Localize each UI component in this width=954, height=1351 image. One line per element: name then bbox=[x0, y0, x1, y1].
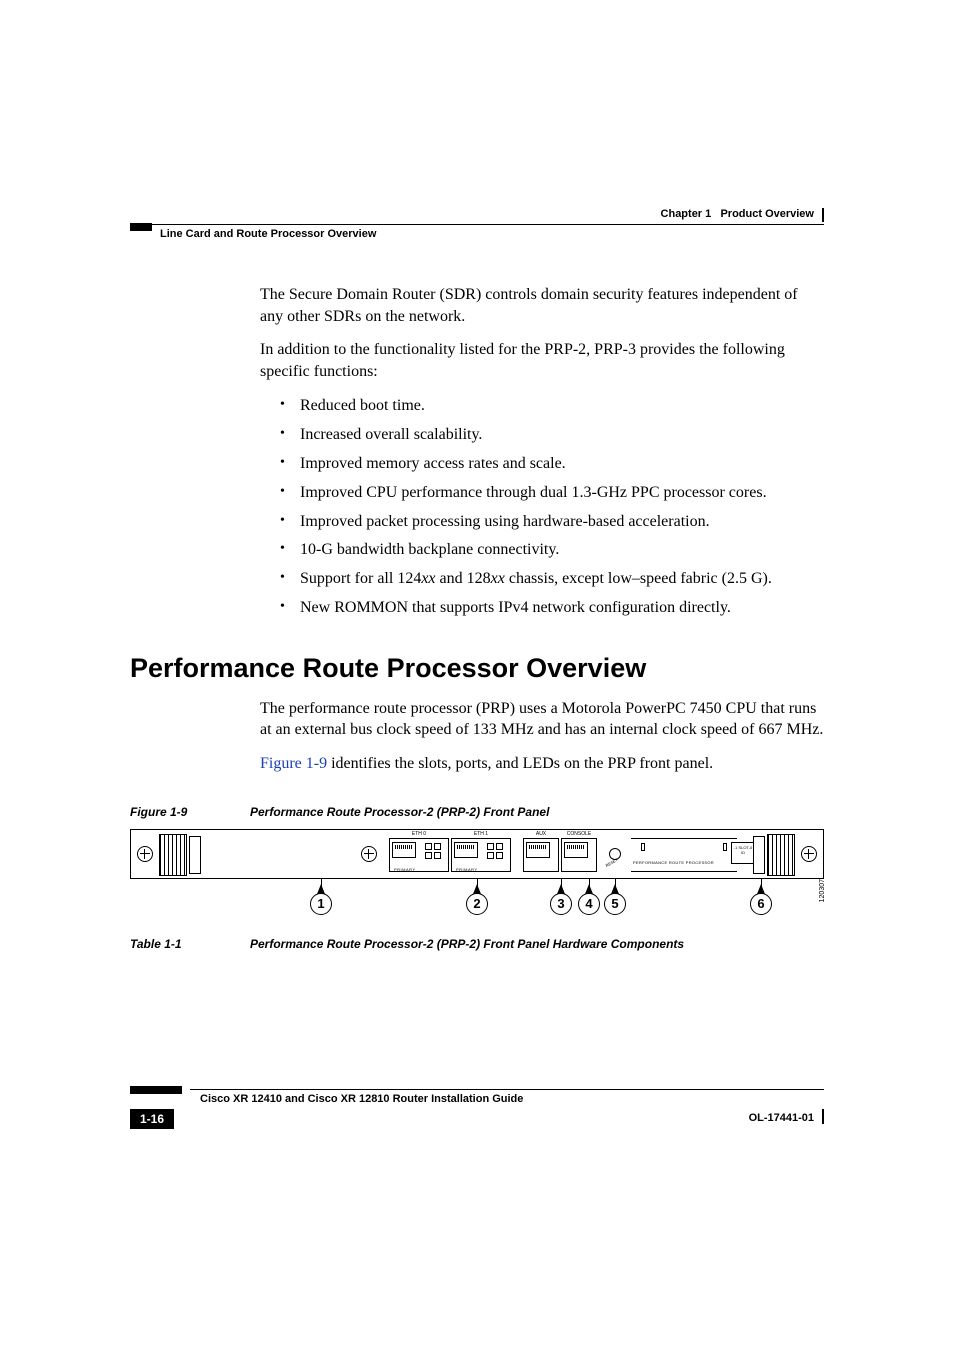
table-title: Performance Route Processor-2 (PRP-2) Fr… bbox=[250, 937, 684, 951]
text-run: identifies the slots, ports, and LEDs on… bbox=[327, 755, 713, 772]
xref-figure-1-9[interactable]: Figure 1-9 bbox=[260, 755, 327, 772]
list-item: New ROMMON that supports IPv4 network co… bbox=[280, 596, 824, 621]
led-block bbox=[486, 842, 504, 860]
header-chapter-line: Chapter 1 Product Overview bbox=[130, 208, 824, 222]
port-label: ETH 1 bbox=[452, 831, 510, 837]
figure-caption: Figure 1-9Performance Route Processor-2 … bbox=[130, 805, 824, 819]
text-italic: xx bbox=[491, 570, 505, 587]
screw-icon bbox=[361, 846, 377, 862]
led-block bbox=[424, 842, 442, 860]
drawing-number: 120307 bbox=[819, 879, 826, 902]
body-content: The Secure Domain Router (SDR) controls … bbox=[130, 284, 824, 961]
page-number: 1-16 bbox=[130, 1109, 174, 1129]
list-item: Reduced boot time. bbox=[280, 394, 824, 419]
footer-rule bbox=[190, 1089, 824, 1090]
heading-prp-overview: Performance Route Processor Overview bbox=[130, 653, 824, 684]
table-number: Table 1-1 bbox=[130, 937, 250, 951]
text-run: Support for all 124 bbox=[300, 570, 421, 587]
primary-label: PRIMARY bbox=[456, 867, 478, 872]
callout-3: 3 bbox=[550, 893, 572, 915]
rj45-port-icon bbox=[454, 842, 478, 858]
callout-row: 1 2 3 4 5 6 bbox=[130, 877, 824, 919]
faceplate: ETH 0 PRIMARY ETH 1 PRIMA bbox=[130, 829, 824, 879]
rj45-port-icon bbox=[392, 842, 416, 858]
prp-text-label: PERFORMANCE ROUTE PROCESSOR bbox=[633, 860, 714, 865]
figure-prp2-front-panel: ETH 0 PRIMARY ETH 1 PRIMA bbox=[130, 829, 824, 919]
port-group-eth1: ETH 1 PRIMARY bbox=[451, 838, 511, 872]
handle-slot bbox=[753, 836, 765, 874]
port-group-aux: AUX bbox=[523, 838, 559, 872]
screw-icon bbox=[801, 846, 817, 862]
list-item: 10-G bandwidth backplane connectivity. bbox=[280, 538, 824, 563]
list-item: Improved CPU performance through dual 1.… bbox=[280, 481, 824, 506]
chapter-number: Chapter 1 bbox=[661, 208, 712, 220]
rj45-port-icon bbox=[526, 842, 550, 858]
reset-label: RESET bbox=[605, 857, 619, 868]
table-caption: Table 1-1Performance Route Processor-2 (… bbox=[130, 937, 824, 951]
list-item: Support for all 124xx and 128xx chassis,… bbox=[280, 567, 824, 592]
text-run: and 128 bbox=[436, 570, 491, 587]
port-label: CONSOLE bbox=[562, 831, 596, 837]
callout-4: 4 bbox=[578, 893, 600, 915]
feature-list: Reduced boot time. Increased overall sca… bbox=[130, 394, 824, 620]
text-italic: xx bbox=[421, 570, 435, 587]
callout-1: 1 bbox=[310, 893, 332, 915]
para-figref: Figure 1-9 identifies the slots, ports, … bbox=[130, 753, 824, 775]
port-label: AUX bbox=[524, 831, 558, 837]
figure-title: Performance Route Processor-2 (PRP-2) Fr… bbox=[250, 805, 549, 819]
pc-card-slot bbox=[631, 838, 737, 872]
list-item: Improved packet processing using hardwar… bbox=[280, 510, 824, 535]
para-prp3-intro: In addition to the functionality listed … bbox=[130, 339, 824, 382]
text-run: chassis, except low–speed fabric (2.5 G)… bbox=[505, 570, 772, 587]
rj45-port-icon bbox=[564, 842, 588, 858]
footer-row: 1-16 OL-17441-01 bbox=[130, 1109, 824, 1129]
port-group-eth0: ETH 0 PRIMARY bbox=[389, 838, 449, 872]
screw-icon bbox=[137, 846, 153, 862]
list-item: Increased overall scalability. bbox=[280, 423, 824, 448]
port-label: ETH 0 bbox=[390, 831, 448, 837]
header-section: Line Card and Route Processor Overview bbox=[130, 225, 824, 240]
callout-2: 2 bbox=[466, 893, 488, 915]
para-sdr: The Secure Domain Router (SDR) controls … bbox=[130, 284, 824, 327]
document-number: OL-17441-01 bbox=[749, 1109, 824, 1124]
callout-6: 6 bbox=[750, 893, 772, 915]
handle-slot bbox=[189, 836, 201, 874]
ejector-right bbox=[767, 834, 795, 876]
chapter-title: Product Overview bbox=[720, 208, 814, 220]
running-header: Chapter 1 Product Overview Line Card and… bbox=[130, 208, 824, 240]
list-item: Improved memory access rates and scale. bbox=[280, 452, 824, 477]
book-title: Cisco XR 12410 and Cisco XR 12810 Router… bbox=[130, 1090, 824, 1105]
port-group-console: CONSOLE bbox=[561, 838, 597, 872]
ejector-left bbox=[159, 834, 187, 876]
figure-number: Figure 1-9 bbox=[130, 805, 250, 819]
primary-label: PRIMARY bbox=[394, 867, 416, 872]
page: Chapter 1 Product Overview Line Card and… bbox=[0, 0, 954, 1351]
para-prp-desc: The performance route processor (PRP) us… bbox=[130, 698, 824, 741]
slot-id-display: -1 SLOT-0 ID bbox=[731, 842, 755, 864]
running-footer: Cisco XR 12410 and Cisco XR 12810 Router… bbox=[130, 1089, 824, 1129]
callout-5: 5 bbox=[604, 893, 626, 915]
